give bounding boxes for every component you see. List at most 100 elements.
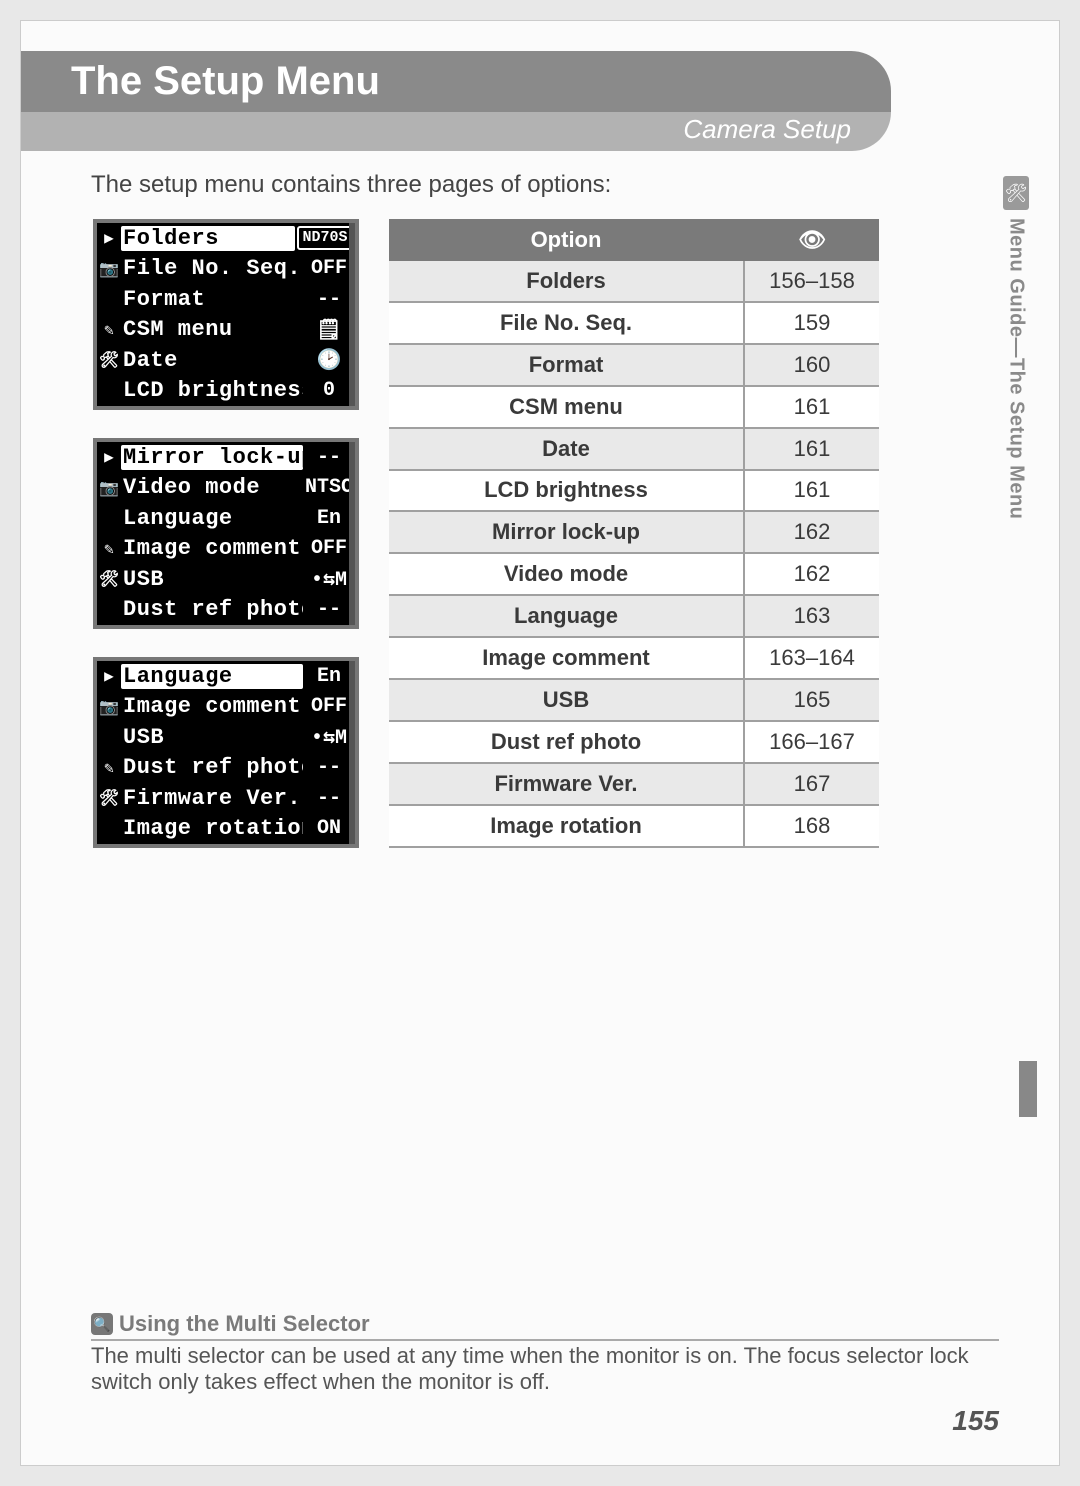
option-name: CSM menu <box>389 386 744 428</box>
lcd-scrollbar <box>349 442 355 625</box>
lcd-row-label: USB <box>121 567 303 592</box>
option-pages: 161 <box>744 428 879 470</box>
lcd-row: 🛠Date🕑 <box>97 345 355 376</box>
lcd-row: Dust ref photo-- <box>97 595 355 626</box>
lcd-row-icon: ▶ <box>97 228 121 248</box>
option-pages: 162 <box>744 511 879 553</box>
lcd-row: ▶Mirror lock-up-- <box>97 442 355 473</box>
lcd-row-value: -- <box>303 598 355 621</box>
thumb-index-mark <box>1019 1061 1037 1117</box>
lcd-row-label: File No. Seq. <box>121 256 303 281</box>
footnote: 🔍 Using the Multi Selector The multi sel… <box>91 1311 999 1395</box>
lcd-row-label: Date <box>121 348 303 373</box>
lcd-screen: ▶LanguageEn📷Image commentOFFUSB•⇆M✎Dust … <box>93 657 359 848</box>
lcd-row: ✎Image commentOFF <box>97 534 355 565</box>
lcd-row: 🛠Firmware Ver.-- <box>97 783 355 814</box>
table-row: Firmware Ver.167 <box>389 763 879 805</box>
lcd-row-label: Image comment <box>121 536 303 561</box>
magnify-icon: 🔍 <box>91 1313 113 1335</box>
page-subtitle: Camera Setup <box>21 112 891 151</box>
table-row: Image rotation168 <box>389 805 879 847</box>
lcd-row: 📷Image commentOFF <box>97 692 355 723</box>
option-pages: 166–167 <box>744 721 879 763</box>
lcd-row-label: Image comment <box>121 694 303 719</box>
lcd-row-value: •⇆M <box>303 566 355 592</box>
lcd-screens-column: ▶FoldersND70S📷File No. Seq.OFFFormat--✎C… <box>93 219 359 848</box>
lcd-row-value: ND70S <box>297 226 353 250</box>
side-tab-text: Menu Guide—The Setup Menu <box>1005 218 1028 519</box>
lcd-row: ✎CSM menu🗒 <box>97 315 355 346</box>
header: The Setup Menu Camera Setup <box>21 51 1019 151</box>
option-pages: 167 <box>744 763 879 805</box>
option-pages: 168 <box>744 805 879 847</box>
lcd-row-value: OFF <box>303 257 355 280</box>
side-tab: 🛠 Menu Guide—The Setup Menu <box>1003 176 1029 519</box>
lcd-row-icon: ▶ <box>97 666 121 686</box>
option-name: Video mode <box>389 553 744 595</box>
lcd-row-icon: 🛠 <box>97 569 121 589</box>
option-name: Language <box>389 595 744 637</box>
table-row: Image comment163–164 <box>389 637 879 679</box>
lcd-row-value: NTSC <box>303 476 355 499</box>
lcd-row: 📷Video modeNTSC <box>97 473 355 504</box>
lcd-row-value: -- <box>303 446 355 469</box>
lcd-row-label: Video mode <box>121 475 303 500</box>
lcd-row-icon: 📷 <box>97 478 121 498</box>
lcd-row-label: LCD brightness <box>121 378 303 403</box>
footnote-body: The multi selector can be used at any ti… <box>91 1343 999 1395</box>
lcd-row-label: Format <box>121 287 303 312</box>
table-row: Format160 <box>389 344 879 386</box>
options-header-page-icon: 👁 <box>744 219 879 261</box>
option-name: Date <box>389 428 744 470</box>
lcd-row-label: Dust ref photo <box>121 597 303 622</box>
lcd-row-label: Dust ref photo <box>121 755 303 780</box>
lcd-row-label: Folders <box>121 226 295 251</box>
wrench-icon: 🛠 <box>1003 176 1029 210</box>
table-row: Mirror lock-up162 <box>389 511 879 553</box>
option-pages: 165 <box>744 679 879 721</box>
option-pages: 156–158 <box>744 261 879 302</box>
lcd-row-icon: 📷 <box>97 259 121 279</box>
option-pages: 161 <box>744 470 879 512</box>
table-row: Video mode162 <box>389 553 879 595</box>
lcd-row-label: CSM menu <box>121 317 303 342</box>
table-row: LCD brightness161 <box>389 470 879 512</box>
option-name: USB <box>389 679 744 721</box>
lcd-row-icon: ✎ <box>97 758 121 778</box>
option-pages: 161 <box>744 386 879 428</box>
lcd-row-label: Mirror lock-up <box>121 445 303 470</box>
option-pages: 163–164 <box>744 637 879 679</box>
table-row: USB165 <box>389 679 879 721</box>
table-row: Date161 <box>389 428 879 470</box>
manual-page: The Setup Menu Camera Setup The setup me… <box>20 20 1060 1466</box>
options-header-option: Option <box>389 219 744 261</box>
lcd-screen: ▶Mirror lock-up--📷Video modeNTSCLanguage… <box>93 438 359 629</box>
lcd-scrollbar <box>349 661 355 844</box>
lcd-row: LanguageEn <box>97 503 355 534</box>
table-row: CSM menu161 <box>389 386 879 428</box>
lcd-row-value: ON <box>303 817 355 840</box>
options-table: Option 👁 Folders156–158File No. Seq.159F… <box>389 219 879 848</box>
table-row: File No. Seq.159 <box>389 302 879 344</box>
lcd-row-icon: ✎ <box>97 539 121 559</box>
intro-text: The setup menu contains three pages of o… <box>91 171 1059 199</box>
option-pages: 162 <box>744 553 879 595</box>
lcd-row-value: OFF <box>303 695 355 718</box>
lcd-row-value: -- <box>303 787 355 810</box>
table-row: Language163 <box>389 595 879 637</box>
table-row: Folders156–158 <box>389 261 879 302</box>
lcd-row-value: 🗒 <box>303 317 355 343</box>
lcd-row-value: 🕑 <box>303 347 355 373</box>
lcd-row-icon: 🛠 <box>97 350 121 370</box>
option-pages: 160 <box>744 344 879 386</box>
lcd-row: ▶FoldersND70S <box>97 223 355 254</box>
lcd-row-icon: 📷 <box>97 697 121 717</box>
option-name: Firmware Ver. <box>389 763 744 805</box>
lcd-row: Image rotationON <box>97 814 355 845</box>
lcd-screen: ▶FoldersND70S📷File No. Seq.OFFFormat--✎C… <box>93 219 359 410</box>
lcd-row-value: En <box>303 507 355 530</box>
lcd-row-value: 0 <box>303 379 355 402</box>
page-number: 155 <box>952 1405 999 1437</box>
lcd-row: 📷File No. Seq.OFF <box>97 254 355 285</box>
lcd-row: USB•⇆M <box>97 722 355 753</box>
